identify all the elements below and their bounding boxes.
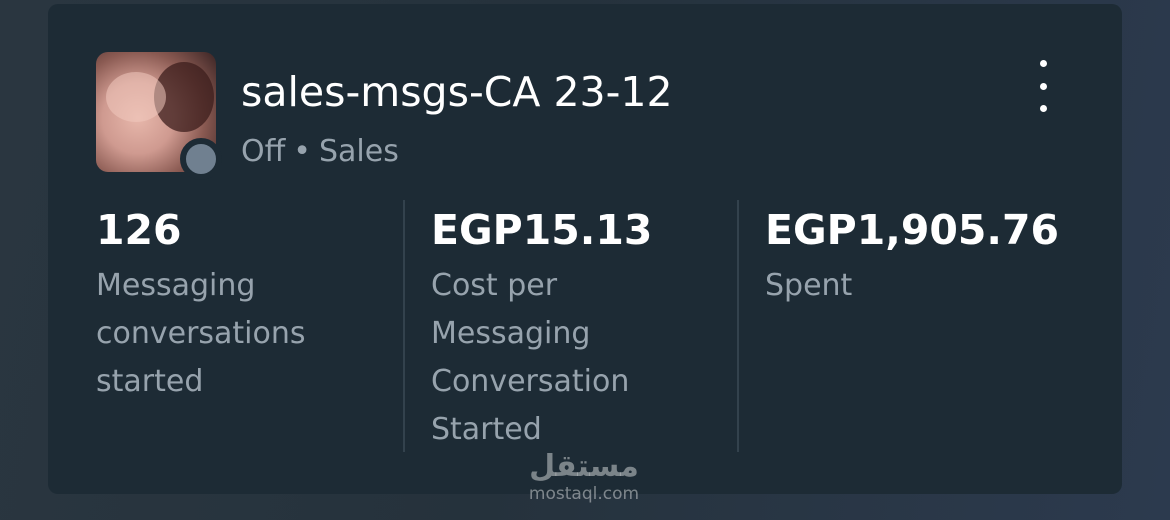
separator-dot: • <box>293 134 311 169</box>
metric-spent: EGP1,905.76 Spent <box>765 204 1085 310</box>
metric-cost-per-conversation: EGP15.13 Cost per Messaging Conversation… <box>431 204 721 454</box>
metric-divider <box>403 200 405 452</box>
metric-conversations: 126 Messaging conversations started <box>96 204 396 406</box>
metric-label: Spent <box>765 268 853 303</box>
status-dot <box>180 138 222 180</box>
campaign-card[interactable]: sales-msgs-CA 23-12 Off • Sales 126 Messag… <box>48 4 1122 494</box>
metric-value: 126 <box>96 206 182 254</box>
status-text: Off <box>241 134 286 169</box>
metric-divider <box>737 200 739 452</box>
watermark: مستقل mostaql.com <box>514 449 654 505</box>
campaign-thumbnail <box>96 52 222 180</box>
more-options-icon[interactable] <box>1028 60 1058 112</box>
watermark-site: mostaql.com <box>528 484 640 504</box>
metric-label: Messaging conversations started <box>96 268 306 399</box>
watermark-logo: مستقل <box>529 449 639 484</box>
category-text: Sales <box>319 134 399 169</box>
metric-label: Cost per Messaging Conversation Started <box>431 268 630 447</box>
campaign-subtitle: Off • Sales <box>241 134 399 169</box>
metric-value: EGP15.13 <box>431 206 653 254</box>
campaign-title[interactable]: sales-msgs-CA 23-12 <box>241 68 673 116</box>
metric-value: EGP1,905.76 <box>765 206 1060 254</box>
